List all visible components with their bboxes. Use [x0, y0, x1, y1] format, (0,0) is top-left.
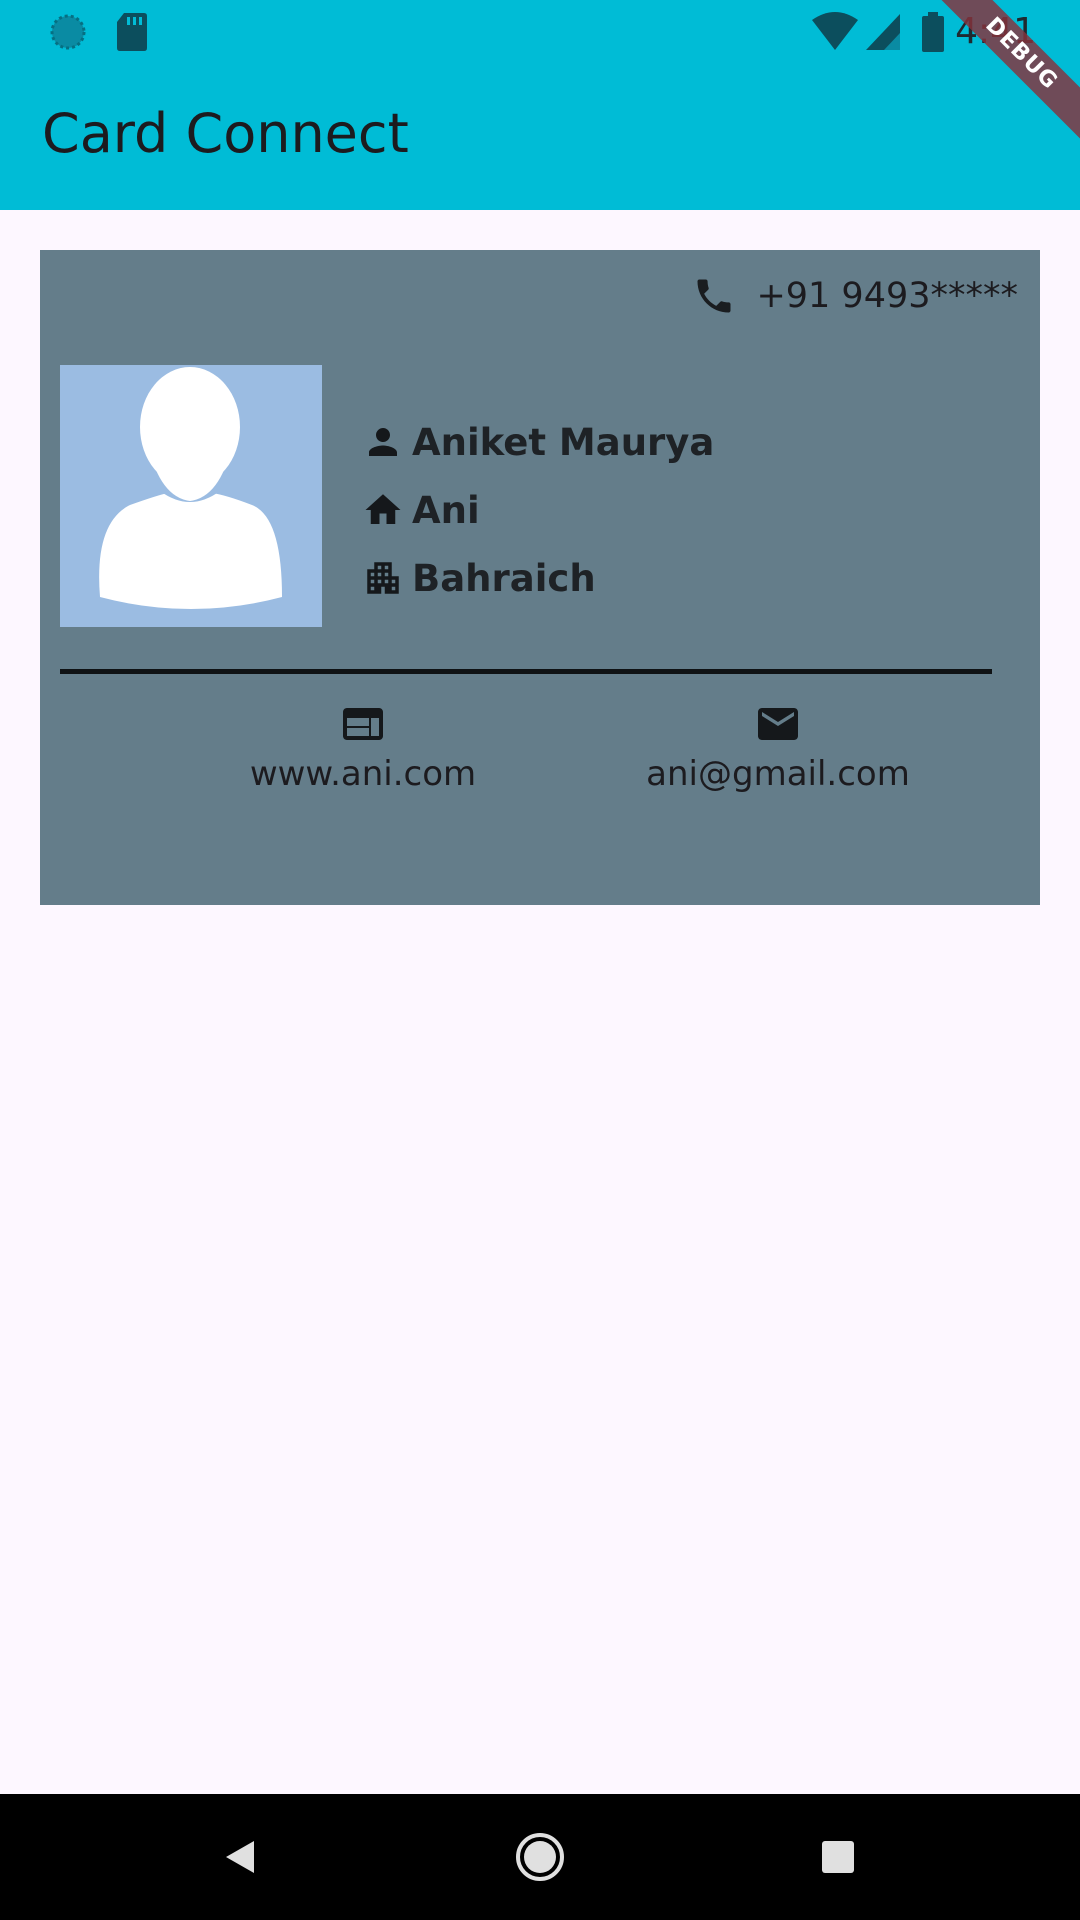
home-circle-icon: [516, 1833, 564, 1881]
phone-row[interactable]: +91 9493*****: [692, 272, 1018, 320]
debug-banner: DEBUG: [930, 0, 1080, 150]
website-link[interactable]: www.ani.com: [223, 700, 503, 794]
info-row-nickname: Ani: [362, 476, 714, 544]
avatar: [60, 365, 322, 627]
web-icon: [343, 708, 383, 740]
app-header: 4:41 Card Connect: [0, 0, 1080, 210]
email-link[interactable]: ani@gmail.com: [598, 700, 958, 794]
info-row-city: Bahraich: [362, 544, 714, 612]
phone-number: +91 9493*****: [756, 276, 1018, 316]
city-icon: [367, 562, 399, 594]
wifi-icon: [812, 12, 858, 50]
sd-card-icon: [117, 13, 147, 51]
website-text: www.ani.com: [249, 754, 477, 794]
recents-button[interactable]: [805, 1824, 871, 1890]
card-divider: [60, 669, 992, 674]
nickname-text: Ani: [412, 488, 480, 532]
person-silhouette-icon: [99, 367, 282, 609]
sync-icon: [50, 14, 86, 50]
debug-banner-label: DEBUG: [934, 0, 1080, 141]
navigation-bar: [0, 1794, 1080, 1920]
business-card[interactable]: +91 9493***** Aniket Maurya Ani Bahraich…: [40, 250, 1040, 905]
recents-icon: [822, 1841, 854, 1873]
info-row-name: Aniket Maurya: [362, 408, 714, 476]
email-text: ani@gmail.com: [646, 754, 910, 794]
home-icon: [365, 494, 401, 524]
cell-signal-icon: [866, 14, 900, 50]
app-bar-title: Card Connect: [42, 102, 409, 165]
info-list: Aniket Maurya Ani Bahraich: [362, 408, 714, 612]
back-button[interactable]: [207, 1824, 273, 1890]
name-text: Aniket Maurya: [412, 420, 715, 464]
email-icon: [758, 708, 798, 740]
home-button[interactable]: [507, 1824, 573, 1890]
city-text: Bahraich: [412, 556, 596, 600]
person-icon: [369, 428, 397, 456]
phone-icon: [697, 279, 731, 313]
back-icon: [226, 1841, 254, 1873]
status-bar: 4:41: [0, 0, 1080, 64]
